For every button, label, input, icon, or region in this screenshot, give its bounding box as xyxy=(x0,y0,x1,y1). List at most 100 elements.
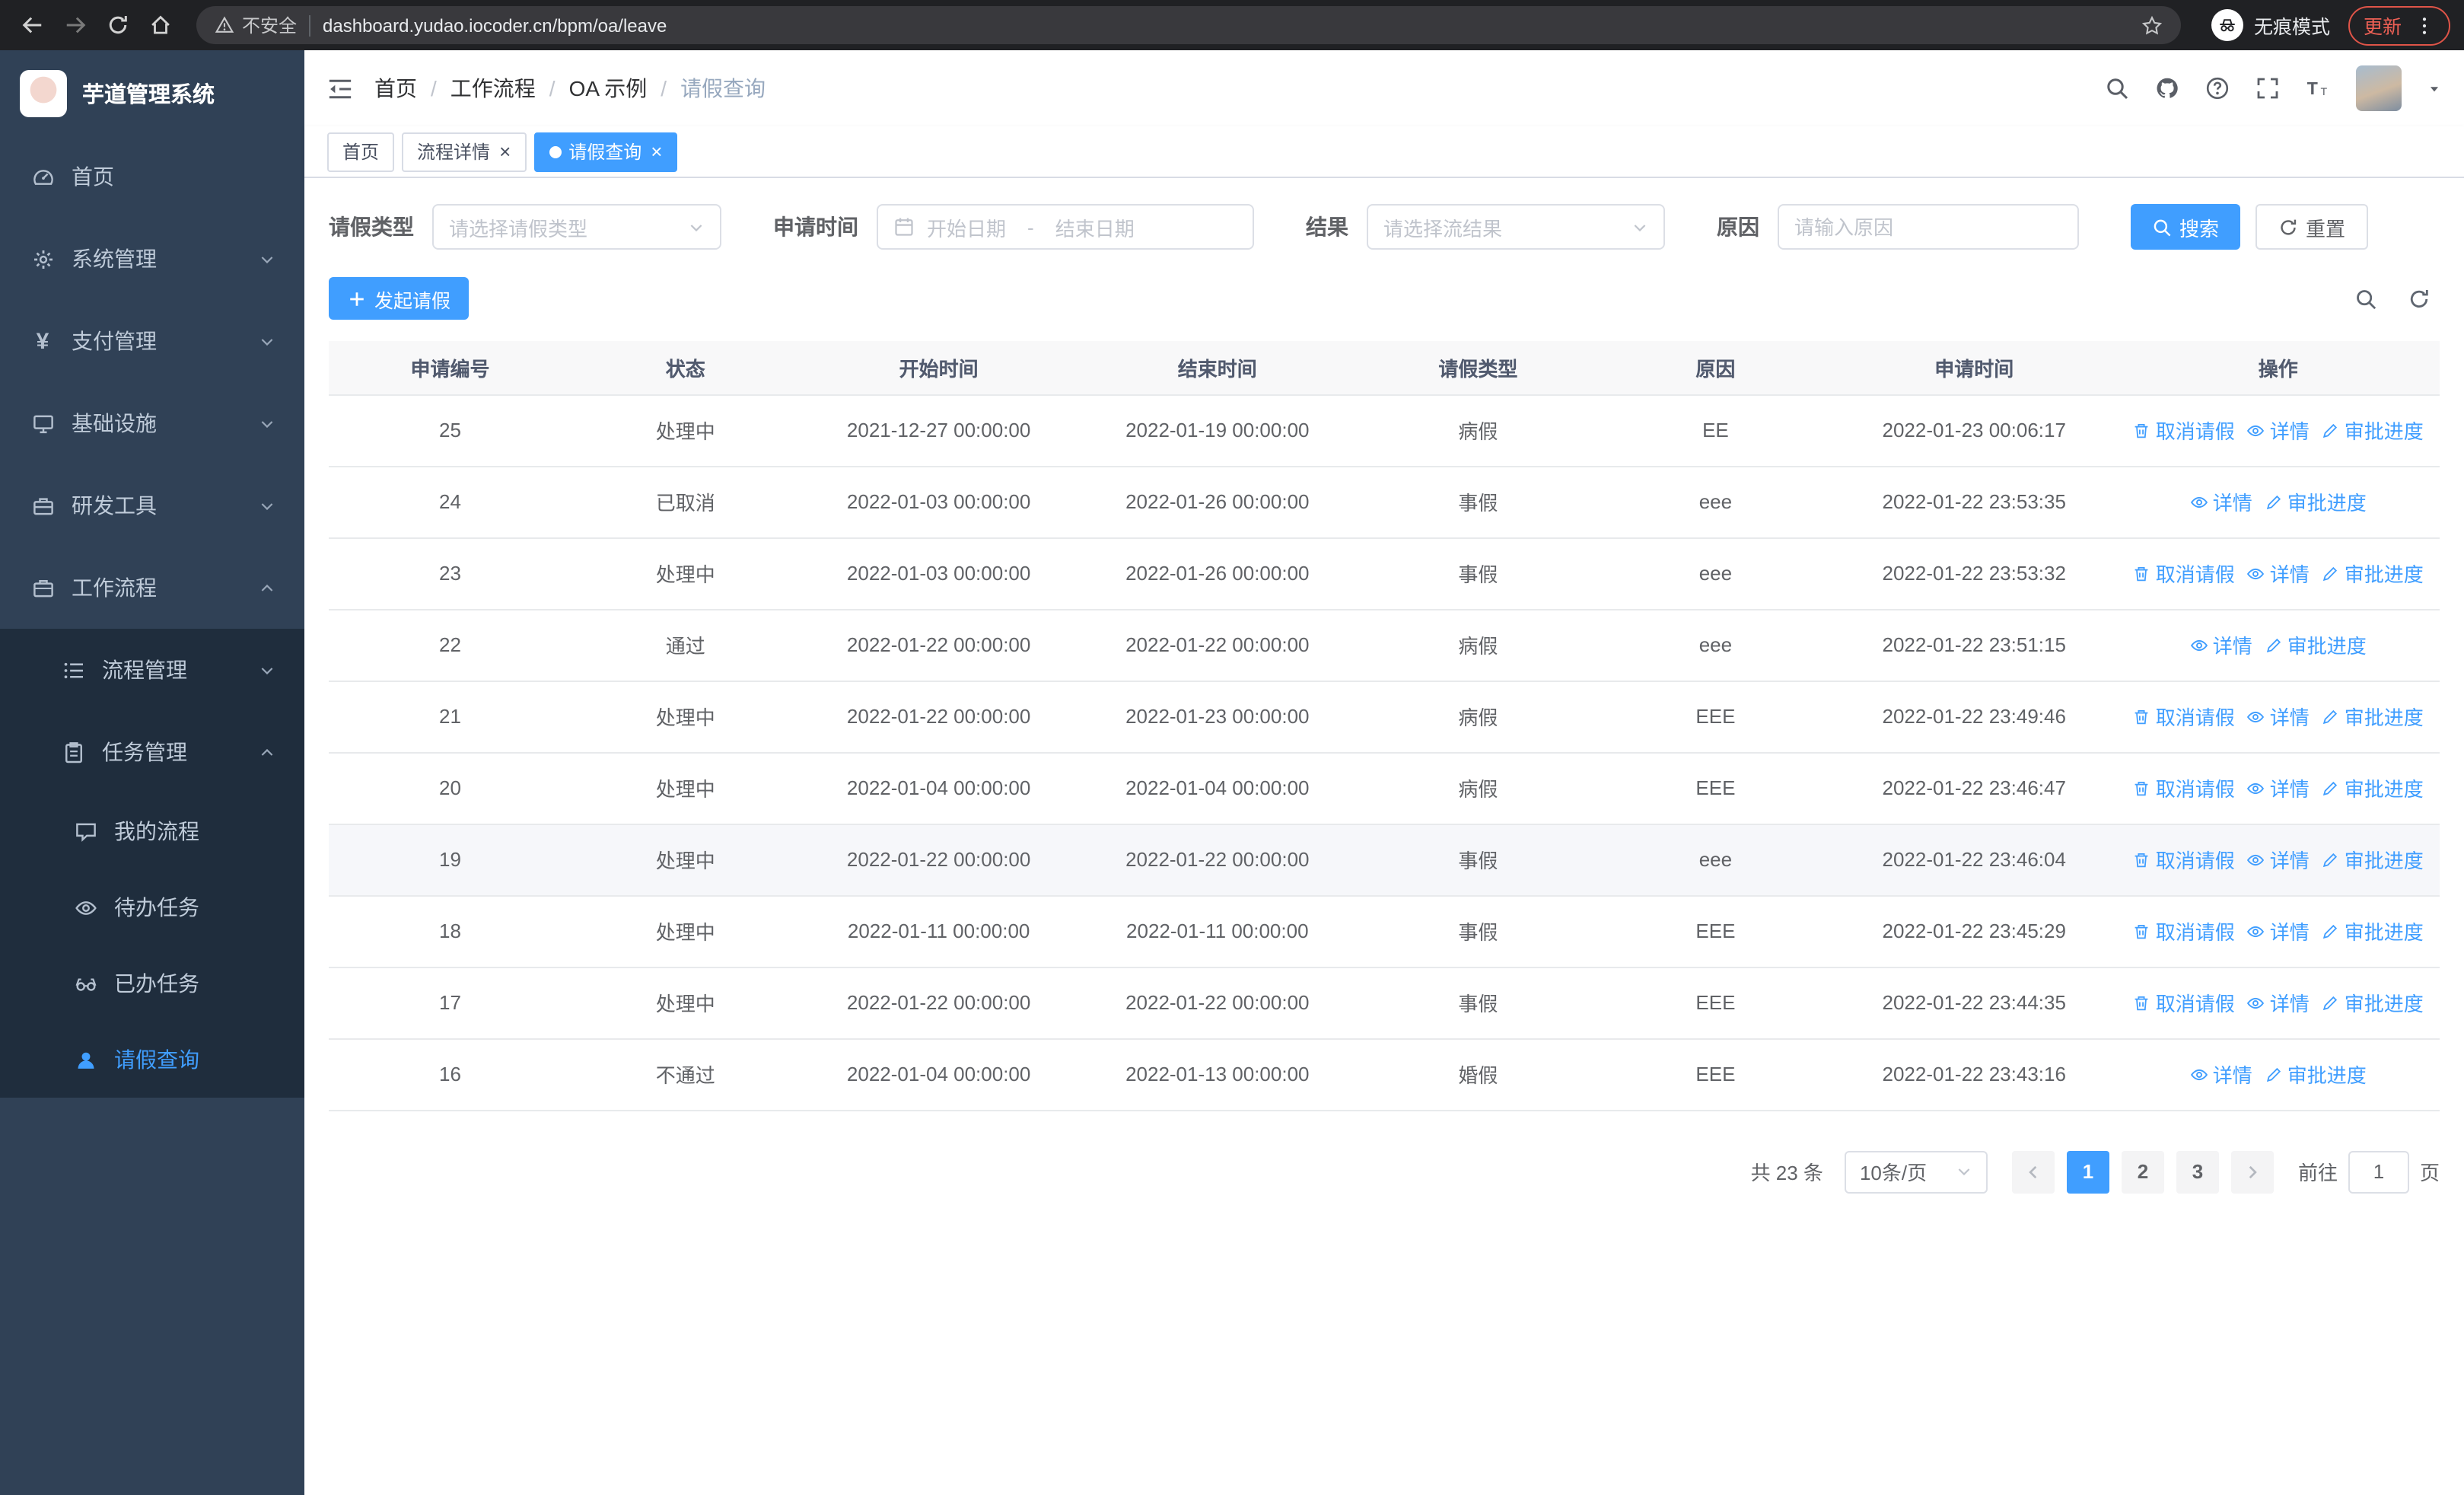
filter-form: 请假类型 请选择请假类型 申请时间 开始日期 - 结束日期 结果 请选择流结果 … xyxy=(329,204,2440,250)
url-text[interactable]: dashboard.yudao.iocoder.cn/bpm/oa/leave xyxy=(323,14,667,36)
result-group: 结果 请选择流结果 xyxy=(1306,204,1665,250)
sidebar-item-system-management[interactable]: 系统管理 xyxy=(0,218,304,300)
sidebar-item-payment-management[interactable]: ¥ 支付管理 xyxy=(0,300,304,382)
sidebar-item-process-management[interactable]: 流程管理 xyxy=(0,629,304,711)
detail-link[interactable]: 详情 xyxy=(2247,988,2310,1017)
browser-menu-icon[interactable] xyxy=(2414,14,2435,36)
cancel-leave-link[interactable]: 取消请假 xyxy=(2133,559,2235,588)
goto-suffix: 页 xyxy=(2419,1162,2440,1184)
bookmark-star-icon[interactable] xyxy=(2141,14,2163,36)
sidebar-item-dev-tools[interactable]: 研发工具 xyxy=(0,464,304,547)
detail-link[interactable]: 详情 xyxy=(2247,845,2310,874)
table-cell: 2022-01-22 23:46:47 xyxy=(1832,752,2117,824)
svg-text:T: T xyxy=(2321,86,2328,98)
cancel-leave-link[interactable]: 取消请假 xyxy=(2133,988,2235,1017)
security-warning[interactable]: 不安全 xyxy=(215,12,297,38)
sidebar-item-todo-tasks[interactable]: 待办任务 xyxy=(0,869,304,945)
trash-icon xyxy=(2133,922,2151,940)
approval-progress-link[interactable]: 审批进度 xyxy=(2322,988,2424,1017)
font-size-icon[interactable]: TT xyxy=(2306,76,2330,100)
header-search-icon[interactable] xyxy=(2105,76,2129,100)
detail-link[interactable]: 详情 xyxy=(2247,773,2310,802)
fullscreen-icon[interactable] xyxy=(2255,76,2280,100)
tab-label: 流程详情 xyxy=(417,142,491,163)
detail-link[interactable]: 详情 xyxy=(2247,416,2310,445)
browser-home-icon[interactable] xyxy=(142,6,180,44)
sidebar-item-task-management[interactable]: 任务管理 xyxy=(0,711,304,793)
cancel-leave-link[interactable]: 取消请假 xyxy=(2133,702,2235,731)
browser-update-button[interactable]: 更新 xyxy=(2348,5,2450,45)
apply-time-range-picker[interactable]: 开始日期 - 结束日期 xyxy=(877,204,1254,250)
cancel-leave-link[interactable]: 取消请假 xyxy=(2133,773,2235,802)
goto-prefix: 前往 xyxy=(2297,1162,2338,1184)
detail-link[interactable]: 详情 xyxy=(2247,702,2310,731)
table-cell: 18 xyxy=(329,895,571,967)
reason-input[interactable] xyxy=(1794,215,2062,238)
table-cell: 2022-01-22 00:00:00 xyxy=(799,681,1078,753)
cancel-leave-link[interactable]: 取消请假 xyxy=(2133,416,2235,445)
sidebar-item-infrastructure[interactable]: 基础设施 xyxy=(0,382,304,464)
approval-progress-link[interactable]: 审批进度 xyxy=(2265,487,2367,516)
sidebar-item-workflow[interactable]: 工作流程 xyxy=(0,547,304,629)
sidebar-collapse-icon[interactable] xyxy=(327,75,353,101)
breadcrumb-item[interactable]: 工作流程 xyxy=(450,73,536,104)
approval-progress-link[interactable]: 审批进度 xyxy=(2322,916,2424,945)
breadcrumb-item[interactable]: OA 示例 xyxy=(569,73,648,104)
page-size-select[interactable]: 10条/页 xyxy=(1844,1150,1988,1193)
sidebar-item-leave-query[interactable]: 请假查询 xyxy=(0,1022,304,1098)
result-select[interactable]: 请选择流结果 xyxy=(1367,204,1665,250)
table-row: 16 不通过 2022-01-04 00:00:00 2022-01-13 00:00… xyxy=(329,1038,2440,1111)
close-icon[interactable]: × xyxy=(651,142,662,161)
detail-link[interactable]: 详情 xyxy=(2247,916,2310,945)
approval-progress-link[interactable]: 审批进度 xyxy=(2265,630,2367,659)
tab-home[interactable]: 首页 xyxy=(327,132,395,171)
approval-progress-link[interactable]: 审批进度 xyxy=(2265,1060,2367,1089)
tab-process-detail[interactable]: 流程详情 × xyxy=(402,132,527,171)
breadcrumb-item[interactable]: 首页 xyxy=(374,73,417,104)
help-icon[interactable] xyxy=(2205,76,2230,100)
prev-page-button[interactable] xyxy=(2011,1150,2055,1193)
address-bar[interactable]: 不安全 dashboard.yudao.iocoder.cn/bpm/oa/le… xyxy=(196,6,2181,44)
leave-type-select[interactable]: 请选择请假类型 xyxy=(432,204,721,250)
table-refresh-icon[interactable] xyxy=(2408,287,2431,310)
user-avatar[interactable] xyxy=(2356,65,2402,111)
approval-progress-link[interactable]: 审批进度 xyxy=(2322,702,2424,731)
user-menu-caret-icon[interactable] xyxy=(2427,81,2441,95)
table-cell: 2022-01-22 23:53:35 xyxy=(1832,466,2117,538)
reset-button[interactable]: 重置 xyxy=(2255,204,2369,250)
cancel-leave-link[interactable]: 取消请假 xyxy=(2133,916,2235,945)
table-search-toggle-icon[interactable] xyxy=(2354,287,2377,310)
goto-page-input[interactable] xyxy=(2348,1150,2409,1193)
approval-progress-link[interactable]: 审批进度 xyxy=(2322,559,2424,588)
github-icon[interactable] xyxy=(2155,76,2179,100)
browser-reload-icon[interactable] xyxy=(99,6,137,44)
sidebar-item-home[interactable]: 首页 xyxy=(0,135,304,218)
approval-progress-link[interactable]: 审批进度 xyxy=(2322,845,2424,874)
detail-link[interactable]: 详情 xyxy=(2190,630,2252,659)
search-button[interactable]: 搜索 xyxy=(2131,204,2241,250)
page-button-1[interactable]: 1 xyxy=(2066,1150,2109,1193)
sidebar-item-done-tasks[interactable]: 已办任务 xyxy=(0,945,304,1022)
detail-link[interactable]: 详情 xyxy=(2190,1060,2252,1089)
breadcrumb-separator: / xyxy=(431,76,437,100)
next-page-button[interactable] xyxy=(2230,1150,2274,1193)
browser-back-icon[interactable] xyxy=(14,6,52,44)
page-button-3[interactable]: 3 xyxy=(2176,1150,2219,1193)
detail-link[interactable]: 详情 xyxy=(2247,559,2310,588)
close-icon[interactable]: × xyxy=(499,142,511,161)
sidebar-item-my-process[interactable]: 我的流程 xyxy=(0,793,304,869)
row-actions: 详情 审批进度 xyxy=(2116,466,2440,538)
create-leave-button[interactable]: 发起请假 xyxy=(329,277,470,320)
list-icon xyxy=(59,658,87,681)
page-button-2[interactable]: 2 xyxy=(2121,1150,2164,1193)
cancel-leave-link[interactable]: 取消请假 xyxy=(2133,845,2235,874)
table-cell: 2022-01-22 00:00:00 xyxy=(799,824,1078,896)
approval-progress-link[interactable]: 审批进度 xyxy=(2322,773,2424,802)
table-cell: 2022-01-22 23:51:15 xyxy=(1832,609,2117,681)
detail-link[interactable]: 详情 xyxy=(2190,487,2252,516)
user-icon xyxy=(72,1048,99,1071)
tab-leave-query[interactable]: 请假查询 × xyxy=(533,132,678,171)
approval-progress-link[interactable]: 审批进度 xyxy=(2322,416,2424,445)
browser-forward-icon[interactable] xyxy=(56,6,94,44)
security-warning-label: 不安全 xyxy=(242,15,298,37)
